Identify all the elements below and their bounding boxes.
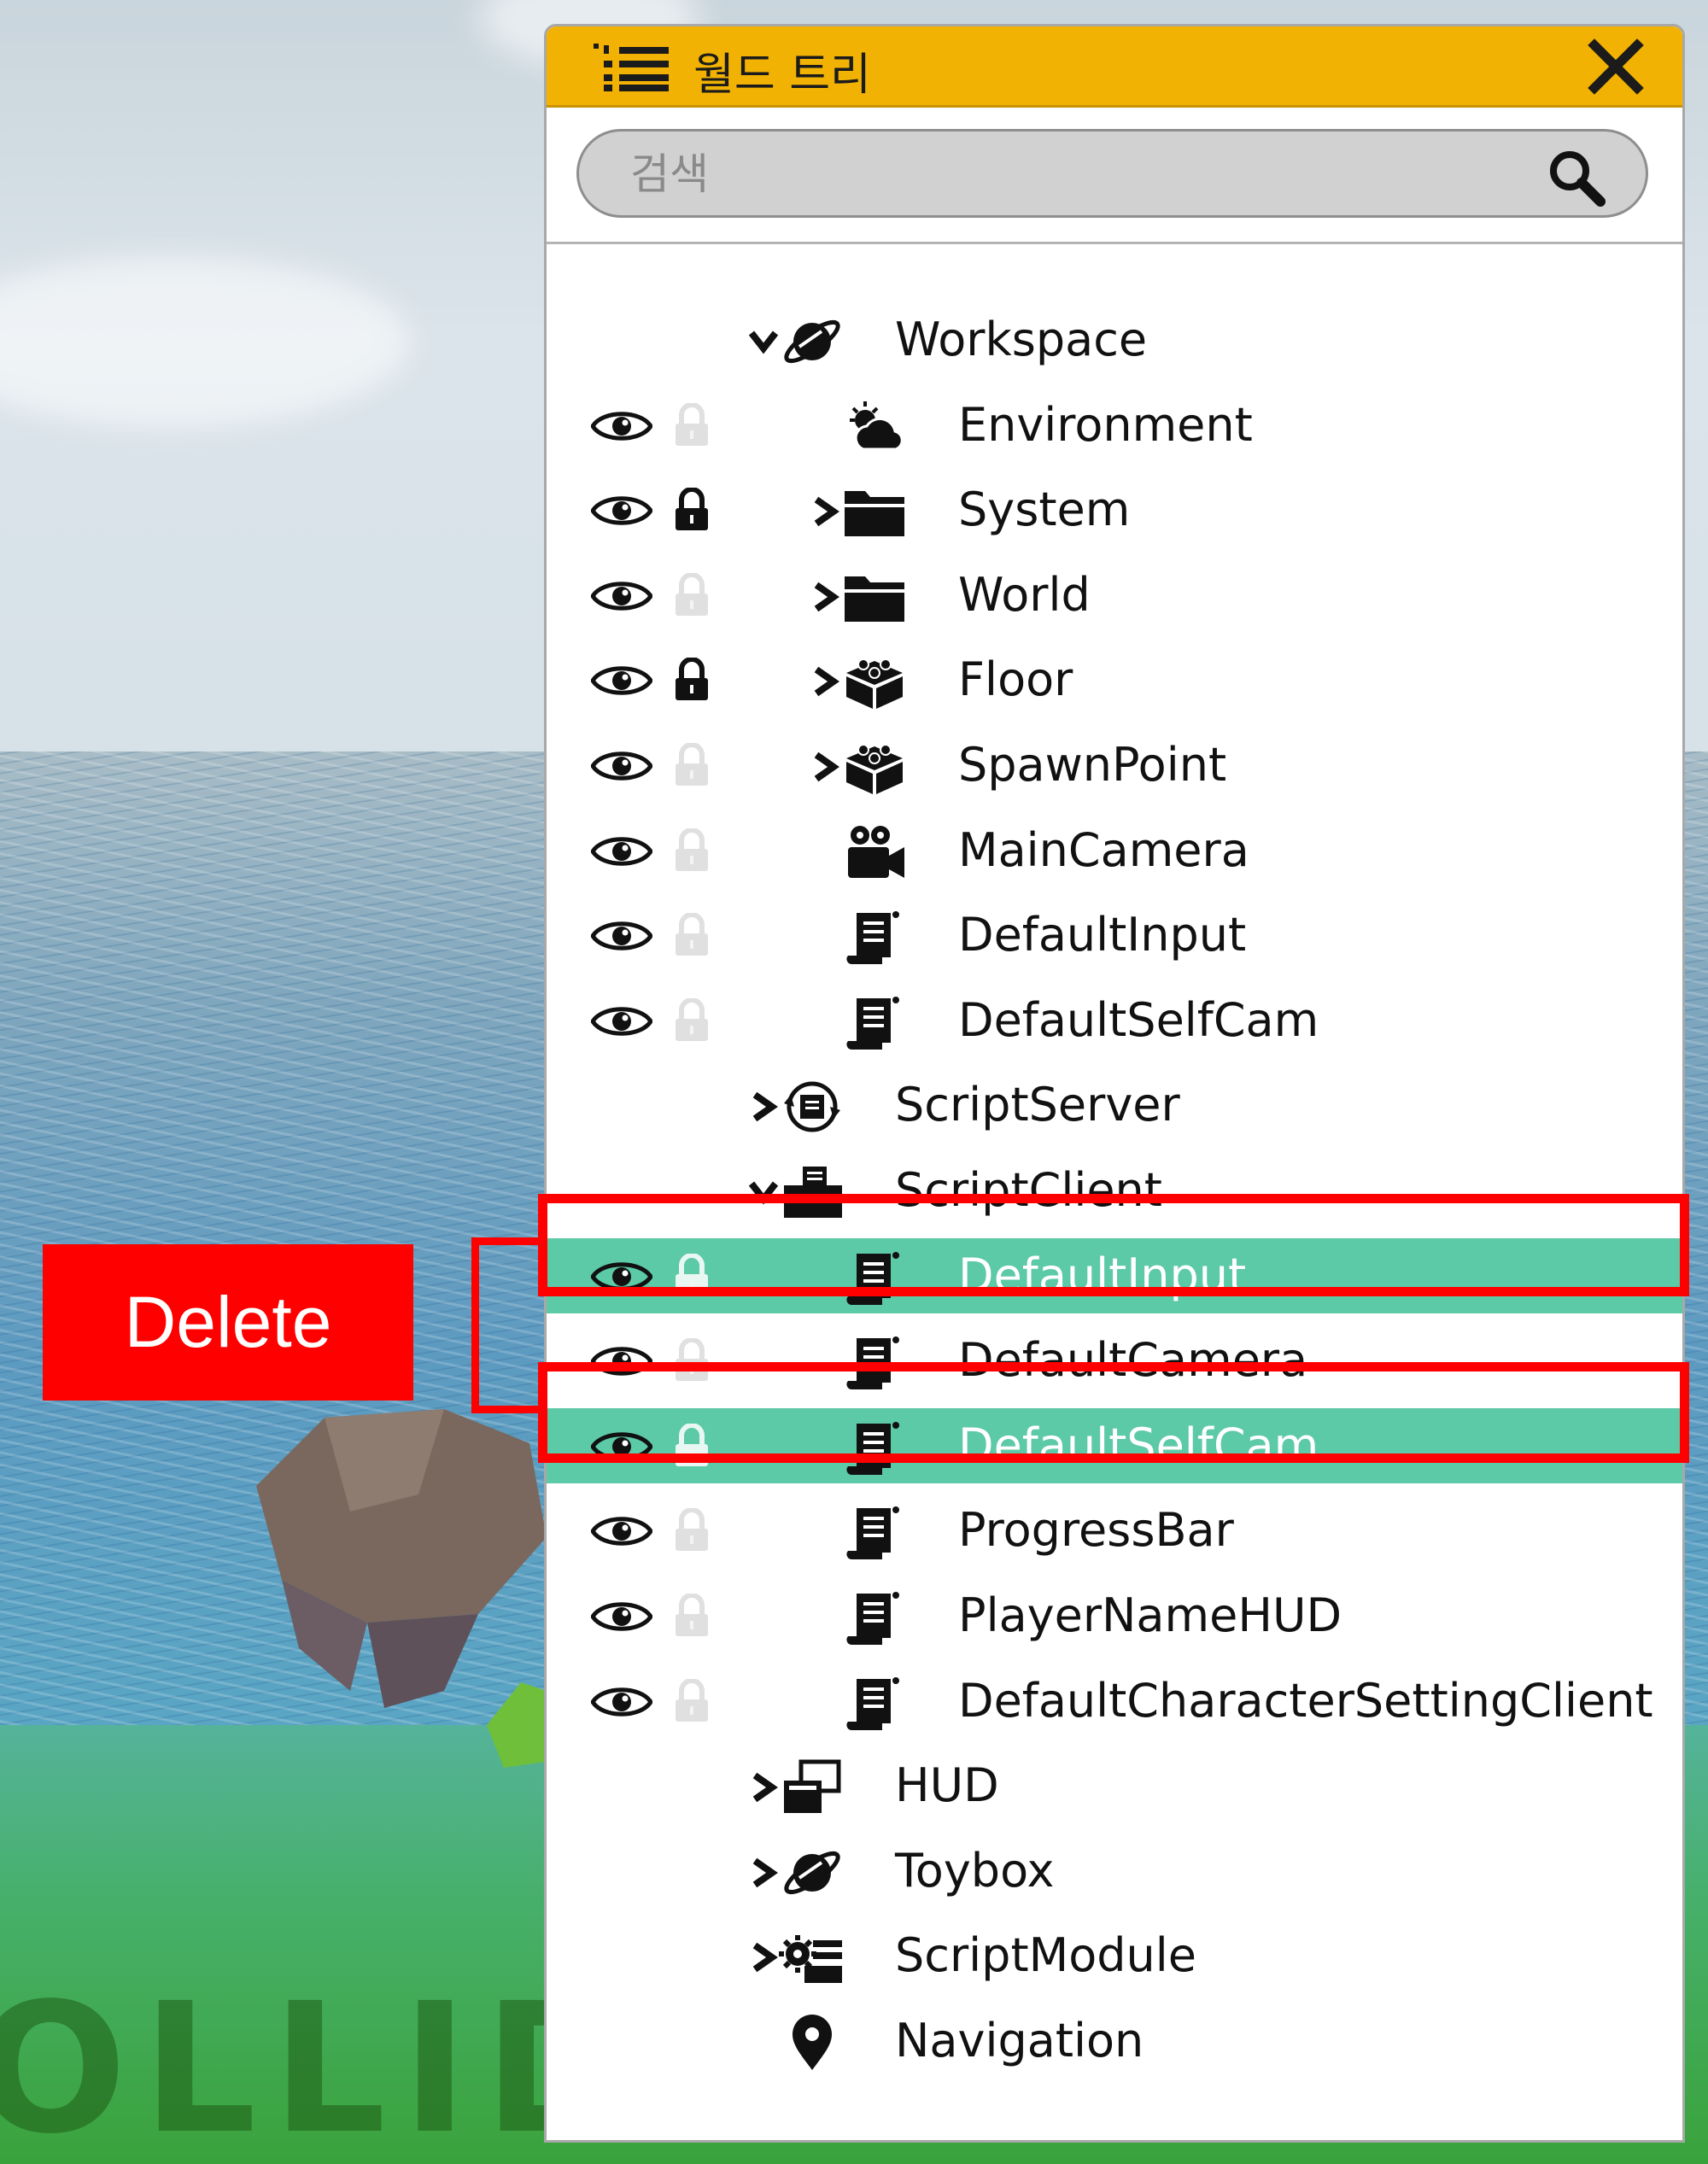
visibility-eye-icon[interactable] [591, 406, 652, 446]
lock-icon[interactable] [673, 488, 711, 532]
tree-row-script-server[interactable]: ScriptServer [547, 1067, 1682, 1143]
tree-row-label: HUD [895, 1758, 999, 1812]
unlock-icon[interactable] [673, 1594, 711, 1638]
map-pin-icon [793, 2015, 832, 2070]
visibility-eye-icon[interactable] [591, 916, 652, 956]
tree-row-main-camera[interactable]: MainCamera [547, 813, 1682, 888]
weather-icon [850, 401, 904, 451]
highlight-box-default-input [538, 1194, 1689, 1296]
tree-row-default-input[interactable]: DefaultInput [547, 898, 1682, 973]
tree-row-progress-bar[interactable]: ProgressBar [547, 1493, 1682, 1568]
visibility-eye-icon[interactable] [591, 1512, 652, 1551]
tree-row-navigation[interactable]: Navigation [547, 2003, 1682, 2079]
tree-row-hud[interactable]: HUD [547, 1748, 1682, 1823]
close-icon[interactable] [1586, 37, 1646, 97]
tree-row-system[interactable]: System [547, 472, 1682, 547]
chevron-right-icon[interactable] [748, 1856, 779, 1890]
tree-row-label: MainCamera [958, 823, 1249, 877]
script-icon [846, 1506, 899, 1559]
world-tree-window: 월드 트리 Workspace Environment System World Flo… [544, 24, 1685, 2143]
tree-row-label: World [958, 568, 1091, 622]
tree-row-floor[interactable]: Floor [547, 642, 1682, 717]
unlock-icon[interactable] [673, 998, 711, 1043]
tree-row-label: DefaultInput [958, 908, 1247, 962]
planet-icon [784, 319, 840, 364]
tree-row-toybox[interactable]: Toybox [547, 1834, 1682, 1909]
tree-row-label: DefaultSelfCam [958, 993, 1319, 1047]
tree-row-label: DefaultCharacterSettingClient [958, 1674, 1653, 1728]
tree-row-label: Floor [958, 652, 1073, 706]
chevron-right-icon[interactable] [810, 494, 840, 529]
hud-icon [784, 1759, 841, 1813]
tree-row-label: SpawnPoint [958, 738, 1227, 792]
unlock-icon[interactable] [673, 403, 711, 447]
script-server-icon [784, 1081, 840, 1132]
tree-row-spawn-point[interactable]: SpawnPoint [547, 728, 1682, 803]
search-bar[interactable] [576, 129, 1648, 218]
chevron-right-icon[interactable] [748, 1090, 779, 1124]
planet-icon [784, 1851, 840, 1895]
tree-row-label: PlayerNameHUD [958, 1588, 1342, 1642]
unlock-icon[interactable] [673, 1508, 711, 1553]
visibility-eye-icon[interactable] [591, 491, 652, 530]
annotation-bracket [471, 1237, 541, 1413]
visibility-eye-icon[interactable] [591, 746, 652, 786]
chevron-right-icon[interactable] [810, 580, 840, 614]
chevron-down-icon[interactable] [748, 325, 779, 359]
title-bar: 월드 트리 [547, 26, 1682, 108]
visibility-eye-icon[interactable] [591, 1597, 652, 1636]
tree-row-environment[interactable]: Environment [547, 388, 1682, 463]
visibility-eye-icon[interactable] [591, 1682, 652, 1722]
tree-row-world[interactable]: World [547, 558, 1682, 633]
tree-row-label: Navigation [895, 2014, 1144, 2067]
script-icon [846, 911, 899, 964]
unlock-icon[interactable] [673, 828, 711, 873]
unlock-icon[interactable] [673, 743, 711, 787]
tree-row-label: Workspace [895, 313, 1148, 366]
unlock-icon[interactable] [673, 573, 711, 617]
tree-row-script-module[interactable]: ScriptModule [547, 1918, 1682, 1993]
tree-row-label: Toybox [895, 1844, 1055, 1898]
search-input[interactable] [629, 147, 1486, 202]
tree-row-player-name-hud[interactable]: PlayerNameHUD [547, 1578, 1682, 1653]
header-divider [547, 242, 1682, 244]
visibility-eye-icon[interactable] [591, 576, 652, 616]
search-icon[interactable] [1546, 147, 1607, 208]
visibility-eye-icon[interactable] [591, 1002, 652, 1041]
window-title: 월드 트리 [693, 50, 871, 101]
rock-island [256, 1409, 547, 1708]
tree-row-default-self-cam[interactable]: DefaultSelfCam [547, 983, 1682, 1058]
lock-icon[interactable] [673, 658, 711, 702]
script-module-icon [779, 1935, 842, 1983]
tree-row-label: System [958, 483, 1131, 536]
visibility-eye-icon[interactable] [591, 661, 652, 700]
camera-icon [848, 826, 904, 878]
script-icon [846, 997, 899, 1050]
delete-annotation-label: Delete [43, 1244, 413, 1401]
tree-row-default-character-setting-client[interactable]: DefaultCharacterSettingClient [547, 1664, 1682, 1739]
tree-row-label: ScriptServer [895, 1078, 1180, 1132]
chevron-right-icon[interactable] [748, 1940, 779, 1974]
highlight-box-default-self-cam [538, 1362, 1689, 1463]
list-tree-icon [594, 44, 669, 91]
chevron-right-icon[interactable] [810, 750, 840, 784]
folder-icon [845, 576, 904, 622]
unlock-icon[interactable] [673, 913, 711, 957]
tree-row-workspace[interactable]: Workspace [547, 302, 1682, 377]
visibility-eye-icon[interactable] [591, 832, 652, 871]
block-icon [846, 744, 903, 794]
script-icon [846, 1677, 899, 1730]
script-icon [846, 1592, 899, 1645]
tree-row-label: Environment [958, 398, 1253, 452]
block-icon [846, 658, 903, 709]
tree-row-label: ScriptModule [895, 1928, 1196, 1982]
unlock-icon[interactable] [673, 1679, 711, 1723]
tree-row-label: ProgressBar [958, 1503, 1234, 1557]
folder-icon [845, 491, 904, 536]
chevron-right-icon[interactable] [810, 664, 840, 699]
chevron-right-icon[interactable] [748, 1770, 779, 1804]
